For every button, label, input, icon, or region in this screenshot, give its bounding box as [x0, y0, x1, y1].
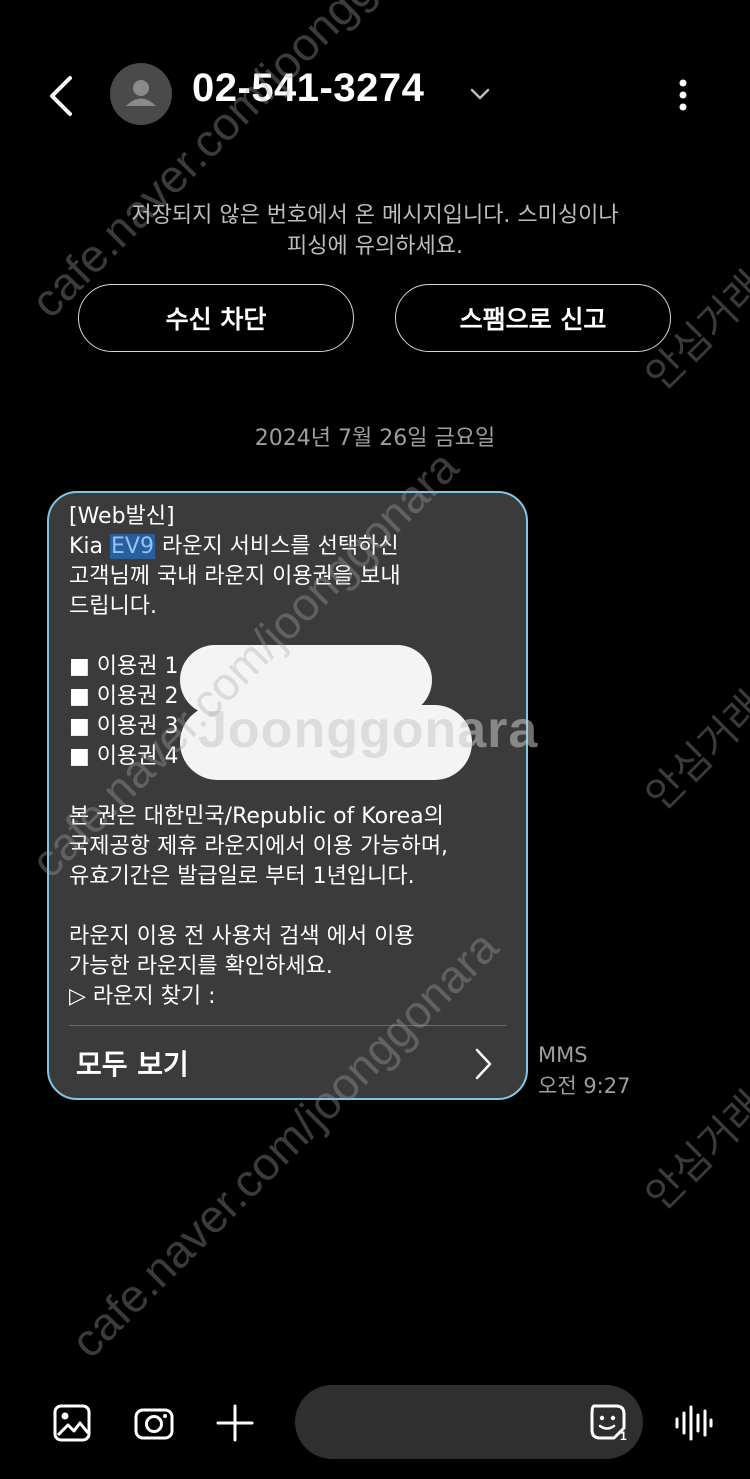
- date-divider: 2024년 7월 26일 금요일: [254, 426, 496, 451]
- watermark-korean: 안심거래: [637, 1083, 750, 1219]
- message-time: 오전 9:27: [538, 1074, 631, 1098]
- back-arrow-icon[interactable]: [42, 72, 82, 120]
- coupon-line-2: ■ 이용권 2: [69, 684, 179, 709]
- chevron-down-icon[interactable]: [466, 80, 494, 108]
- coupon-line-1: ■ 이용권 1: [69, 654, 179, 679]
- msg-para2-line-2: 국제공항 제휴 라운지에서 이용 가능하며,: [69, 834, 449, 859]
- view-all-button[interactable]: 모두 보기: [76, 1043, 189, 1083]
- gallery-icon[interactable]: [50, 1401, 94, 1445]
- message-type: MMS: [538, 1043, 588, 1067]
- emoji-sticker-icon[interactable]: 1: [586, 1400, 630, 1444]
- report-spam-button[interactable]: 스팸으로 신고: [395, 284, 671, 352]
- msg-line-1: [Web발신]: [69, 504, 175, 529]
- find-lounge-link[interactable]: ▷ 라운지 찾기 :: [69, 984, 216, 1009]
- notice-line-2: 피싱에 유의하세요.: [287, 234, 463, 259]
- msg-para3-line-1: 라운지 이용 전 사용처 검색 에서 이용: [69, 924, 415, 949]
- msg-para3-line-2: 가능한 라운지를 확인하세요.: [69, 954, 333, 979]
- watermark-url: cafe.naver.com/joonggonara: [20, 0, 468, 328]
- watermark-korean: 안심거래: [637, 683, 750, 819]
- model-link[interactable]: EV9: [110, 534, 155, 559]
- more-vert-icon[interactable]: [668, 76, 698, 116]
- block-button[interactable]: 수신 차단: [78, 284, 354, 352]
- message-meta: MMS 오전 9:27: [538, 1040, 630, 1102]
- contact-avatar-icon[interactable]: [110, 63, 172, 125]
- chevron-right-icon[interactable]: [470, 1046, 496, 1082]
- camera-icon[interactable]: [132, 1401, 176, 1445]
- svg-text:1: 1: [620, 1429, 627, 1443]
- plus-icon[interactable]: [213, 1401, 257, 1445]
- msg-line-2-pre: Kia: [69, 534, 111, 559]
- watermark-logo: Joonggonara: [198, 701, 539, 759]
- voice-waveform-icon[interactable]: [671, 1401, 715, 1445]
- msg-para2-line-3: 유효기간은 발급일로 부터 1년입니다.: [69, 864, 415, 889]
- msg-line-4: 드립니다.: [69, 594, 157, 619]
